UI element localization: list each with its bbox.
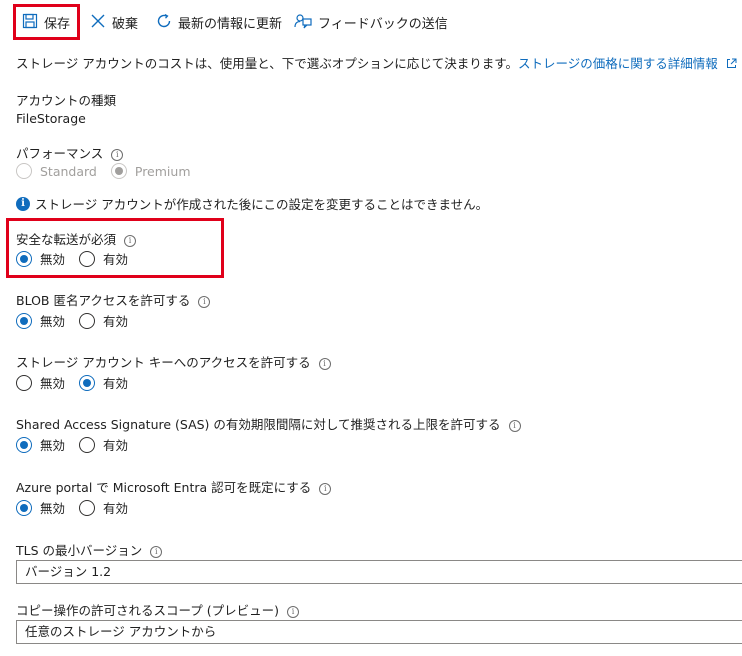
copy-scope-select[interactable]: 任意のストレージ アカウントから (16, 620, 742, 644)
description-body: ストレージ アカウントのコストは、使用量と、下で選ぶオプションに応じて決まります… (16, 56, 518, 71)
entra-default-label: Azure portal で Microsoft Entra 認可を既定にする (16, 480, 312, 495)
tls-label: TLS の最小バージョン (16, 543, 143, 558)
radio-circle-icon (16, 374, 32, 391)
secure-transfer-highlight-box (6, 218, 224, 278)
save-highlight-box (13, 4, 80, 40)
radio-circle-icon (110, 163, 127, 179)
close-icon (90, 13, 106, 32)
account-key-radio-group: 無効 有効 (16, 373, 142, 392)
radio-circle-icon (16, 499, 32, 516)
radio-circle-icon (79, 374, 96, 391)
radio-circle-icon (16, 436, 32, 453)
performance-heading: パフォーマンス i (16, 143, 124, 162)
blob-anonymous-radio-group: 無効 有効 (16, 311, 142, 330)
external-link-icon[interactable] (726, 57, 737, 72)
account-key-heading: ストレージ アカウント キーへのアクセスを許可する i (16, 352, 331, 371)
blob-anonymous-enabled-radio[interactable]: 有効 (79, 311, 128, 330)
radio-circle-icon (79, 436, 96, 453)
copy-scope-heading: コピー操作の許可されるスコープ (プレビュー) i (16, 600, 299, 619)
pricing-link[interactable]: ストレージの価格に関する詳細情報 (518, 56, 718, 71)
blob-anonymous-heading: BLOB 匿名アクセスを許可する i (16, 290, 211, 309)
info-filled-icon: i (16, 196, 30, 211)
info-icon[interactable]: i (150, 546, 163, 558)
radio-circle-icon (79, 312, 96, 329)
info-icon[interactable]: i (111, 149, 124, 161)
radio-circle-icon (79, 499, 96, 516)
secure-transfer-enabled-radio[interactable]: 有効 (79, 249, 128, 268)
sas-expiry-radio-group: 無効 有効 (16, 435, 142, 454)
info-icon[interactable]: i (508, 420, 521, 432)
notice: i ストレージ アカウントが作成された後にこの設定を変更することはできません。 (16, 194, 488, 213)
notice-text: ストレージ アカウントが作成された後にこの設定を変更することはできません。 (35, 197, 489, 212)
secure-transfer-disabled-radio[interactable]: 無効 (16, 249, 65, 268)
entra-default-disabled-radio[interactable]: 無効 (16, 498, 65, 517)
tls-version-select[interactable]: バージョン 1.2 (16, 560, 742, 584)
blob-anonymous-disabled-radio[interactable]: 無効 (16, 311, 65, 330)
sas-expiry-heading: Shared Access Signature (SAS) の有効期限間隔に対し… (16, 414, 521, 433)
copy-scope-label: コピー操作の許可されるスコープ (プレビュー) (16, 603, 279, 618)
performance-premium-radio: Premium (110, 163, 191, 179)
entra-default-radio-group: 無効 有効 (16, 498, 142, 517)
info-icon[interactable]: i (286, 606, 299, 618)
refresh-label: 最新の情報に更新 (178, 16, 283, 32)
account-key-label: ストレージ アカウント キーへのアクセスを許可する (16, 355, 311, 370)
blob-anonymous-label: BLOB 匿名アクセスを許可する (16, 293, 191, 308)
account-kind-value: FileStorage (16, 111, 86, 126)
info-icon[interactable]: i (198, 296, 211, 308)
discard-button[interactable]: 破棄 (90, 9, 138, 35)
performance-standard-radio: Standard (16, 163, 97, 179)
radio-circle-icon (79, 250, 96, 267)
info-icon[interactable]: i (318, 358, 331, 370)
secure-transfer-heading: 安全な転送が必須 i (16, 229, 137, 248)
discard-label: 破棄 (112, 16, 139, 32)
account-kind-label: アカウントの種類 (16, 93, 117, 108)
description-text: ストレージ アカウントのコストは、使用量と、下で選ぶオプションに応じて決まります… (16, 53, 737, 72)
tls-heading: TLS の最小バージョン i (16, 540, 163, 559)
radio-circle-icon (16, 312, 32, 329)
feedback-label: フィードバックの送信 (318, 16, 448, 32)
refresh-button[interactable]: 最新の情報に更新 (156, 9, 282, 35)
sas-expiry-disabled-radio[interactable]: 無効 (16, 435, 65, 454)
sas-expiry-enabled-radio[interactable]: 有効 (79, 435, 128, 454)
account-key-enabled-radio[interactable]: 有効 (79, 373, 128, 392)
sas-expiry-label: Shared Access Signature (SAS) の有効期限間隔に対し… (16, 417, 501, 432)
info-icon[interactable]: i (124, 235, 137, 247)
feedback-button[interactable]: フィードバックの送信 (294, 9, 448, 35)
account-key-disabled-radio[interactable]: 無効 (16, 373, 65, 392)
entra-default-enabled-radio[interactable]: 有効 (79, 498, 128, 517)
info-icon[interactable]: i (319, 483, 332, 495)
secure-transfer-label: 安全な転送が必須 (16, 232, 117, 247)
entra-default-heading: Azure portal で Microsoft Entra 認可を既定にする i (16, 477, 332, 496)
secure-transfer-radio-group: 無効 有効 (16, 249, 142, 268)
radio-circle-icon (16, 163, 32, 179)
performance-radio-group: Standard Premium (16, 163, 205, 179)
performance-label: パフォーマンス (16, 146, 104, 161)
refresh-icon (156, 13, 172, 32)
feedback-icon (294, 13, 312, 32)
radio-circle-icon (16, 250, 32, 267)
